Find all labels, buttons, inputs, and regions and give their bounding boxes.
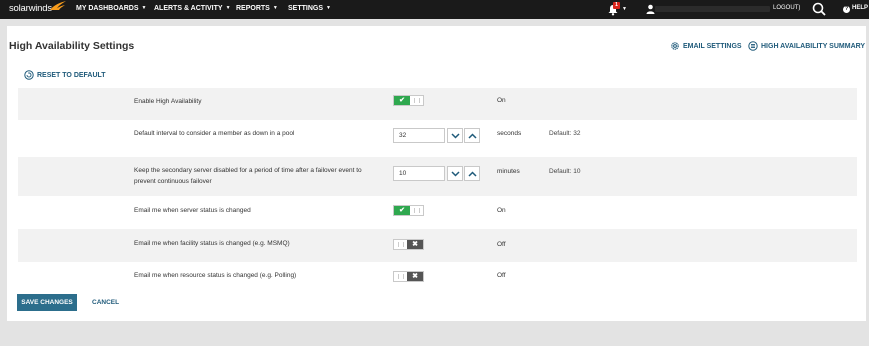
toggle-grip <box>398 274 404 279</box>
help-link[interactable]: ? HELP <box>843 5 868 13</box>
chevron-down-icon: ▼ <box>326 5 331 11</box>
chevron-up-icon <box>468 133 477 139</box>
close-icon: ✖ <box>407 272 423 281</box>
increment-button[interactable] <box>464 128 480 143</box>
solarwinds-logo[interactable]: solarwinds <box>9 3 52 14</box>
settings-panel: High Availability Settings EMAIL SETTING… <box>7 26 866 321</box>
nav-alerts-activity[interactable]: ALERTS & ACTIVITY ▼ <box>154 5 231 12</box>
email-settings-link[interactable]: EMAIL SETTINGS <box>670 41 742 51</box>
setting-value: Off <box>497 272 506 279</box>
setting-row-down-interval: Default interval to consider a member as… <box>18 120 857 157</box>
setting-label: Default interval to consider a member as… <box>134 130 295 137</box>
check-icon: ✔ <box>394 206 410 215</box>
username-redacted <box>655 6 770 12</box>
page-title: High Availability Settings <box>9 40 135 52</box>
decrement-button[interactable] <box>447 128 463 143</box>
check-icon: ✔ <box>394 96 410 105</box>
enable-ha-toggle[interactable]: ✔ <box>393 95 424 106</box>
setting-label: Enable High Availability <box>134 98 202 105</box>
failover-delay-input[interactable] <box>393 166 445 181</box>
setting-label: Email me when resource status is changed… <box>134 272 297 279</box>
setting-default: Default: 32 <box>549 130 581 137</box>
logout-link[interactable]: LOGOUT) <box>773 5 800 11</box>
email-resource-toggle[interactable]: ✖ <box>393 271 424 282</box>
setting-label: Keep the secondary server disabled for a… <box>134 167 362 174</box>
toggle-grip <box>414 98 420 103</box>
chevron-down-icon: ▼ <box>272 5 278 11</box>
chevron-down-icon: ▼ <box>225 5 231 11</box>
user-icon[interactable] <box>646 4 655 14</box>
down-interval-input[interactable] <box>393 128 445 143</box>
chevron-down-icon: ▼ <box>141 5 147 11</box>
down-interval-stepper <box>393 128 481 143</box>
nav-reports[interactable]: REPORTS ▼ <box>236 5 278 12</box>
question-icon: ? <box>843 6 850 13</box>
list-icon <box>748 41 758 51</box>
save-changes-button[interactable]: SAVE CHANGES <box>17 294 77 311</box>
setting-value: On <box>497 207 506 214</box>
reset-to-default-link[interactable]: RESET TO DEFAULT <box>24 70 106 80</box>
search-icon[interactable] <box>812 2 826 16</box>
setting-row-email-server: Email me when server status is changed ✔… <box>18 196 857 229</box>
chevron-down-icon <box>451 171 460 177</box>
chevron-down-icon[interactable]: ▼ <box>622 6 627 12</box>
email-facility-toggle[interactable]: ✖ <box>393 239 424 250</box>
setting-row-enable-ha: Enable High Availability ✔ On <box>18 88 857 120</box>
close-icon: ✖ <box>407 240 423 249</box>
logo-mark-icon <box>50 1 66 10</box>
reset-icon <box>24 70 34 80</box>
setting-value: Off <box>497 241 506 248</box>
nav-settings[interactable]: SETTINGS ▼ <box>288 5 331 12</box>
chevron-down-icon <box>451 133 460 139</box>
notification-badge: 1 <box>613 2 620 9</box>
failover-delay-stepper <box>393 166 481 181</box>
setting-row-email-resource: Email me when resource status is changed… <box>18 262 857 289</box>
ha-summary-link[interactable]: HIGH AVAILABILITY SUMMARY <box>748 41 865 51</box>
increment-button[interactable] <box>464 166 480 181</box>
setting-label-line2: prevent continuous failover <box>134 178 212 185</box>
setting-unit: seconds <box>497 130 522 137</box>
decrement-button[interactable] <box>447 166 463 181</box>
setting-unit: minutes <box>497 168 520 175</box>
toggle-grip <box>398 242 404 247</box>
gear-icon <box>671 42 679 50</box>
setting-row-failover-delay: Keep the secondary server disabled for a… <box>18 157 857 196</box>
cancel-button[interactable]: CANCEL <box>92 299 119 306</box>
setting-row-email-facility: Email me when facility status is changed… <box>18 229 857 262</box>
setting-default: Default: 10 <box>549 168 581 175</box>
setting-value: On <box>497 97 506 104</box>
top-nav-bar: solarwinds MY DASHBOARDS ▼ ALERTS & ACTIV… <box>0 0 869 19</box>
setting-label: Email me when facility status is changed… <box>134 240 290 247</box>
nav-my-dashboards[interactable]: MY DASHBOARDS ▼ <box>76 5 146 12</box>
email-server-toggle[interactable]: ✔ <box>393 205 424 216</box>
chevron-up-icon <box>468 171 477 177</box>
setting-label: Email me when server status is changed <box>134 207 251 214</box>
toggle-grip <box>414 208 420 213</box>
